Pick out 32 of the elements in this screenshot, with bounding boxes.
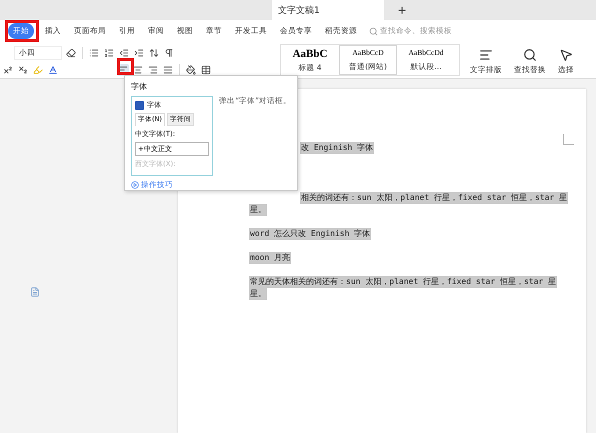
document-tab[interactable]: 文字文稿1 bbox=[272, 0, 384, 20]
borders-icon[interactable] bbox=[200, 64, 212, 76]
document-text: moon 月亮 bbox=[249, 252, 292, 264]
document-text: word 怎么只改 Enginish 字体 bbox=[249, 228, 372, 240]
font-color-icon[interactable] bbox=[47, 64, 59, 76]
subscript-icon[interactable] bbox=[17, 64, 29, 76]
superscript-icon[interactable] bbox=[2, 64, 14, 76]
cursor-icon bbox=[559, 48, 573, 62]
shading-icon[interactable] bbox=[185, 64, 197, 76]
decrease-indent-icon[interactable] bbox=[118, 46, 130, 58]
numbered-list-icon[interactable] bbox=[103, 46, 115, 58]
search-icon bbox=[369, 26, 378, 36]
document-text: 常见的天体相关的词还有：sun 太阳，planet 行星，fixed star 恒星，star 星 bbox=[249, 276, 558, 288]
tooltip-title: 字体 bbox=[131, 81, 148, 92]
paragraph-mark-icon[interactable] bbox=[163, 46, 175, 58]
justify-icon[interactable] bbox=[162, 64, 174, 76]
sort-icon[interactable] bbox=[148, 46, 160, 58]
document-text: 星。 bbox=[249, 288, 267, 300]
highlight-frame bbox=[5, 20, 39, 42]
document-text: 相关的词还有：sun 太阳，planet 行星，fixed star 恒星，star 星 bbox=[300, 192, 568, 204]
highlight-frame bbox=[117, 58, 134, 75]
align-center-icon[interactable] bbox=[132, 64, 144, 76]
document-text: 星。 bbox=[249, 204, 267, 216]
app-icon bbox=[135, 100, 144, 110]
eraser-icon[interactable] bbox=[65, 46, 77, 58]
new-tab-button[interactable]: + bbox=[392, 0, 412, 20]
increase-indent-icon[interactable] bbox=[133, 46, 145, 58]
align-right-icon[interactable] bbox=[147, 64, 159, 76]
text-layout-icon bbox=[479, 48, 493, 62]
play-icon bbox=[131, 181, 139, 189]
document-text: 改 Enginish 字体 bbox=[300, 142, 374, 154]
search-icon bbox=[523, 48, 537, 62]
